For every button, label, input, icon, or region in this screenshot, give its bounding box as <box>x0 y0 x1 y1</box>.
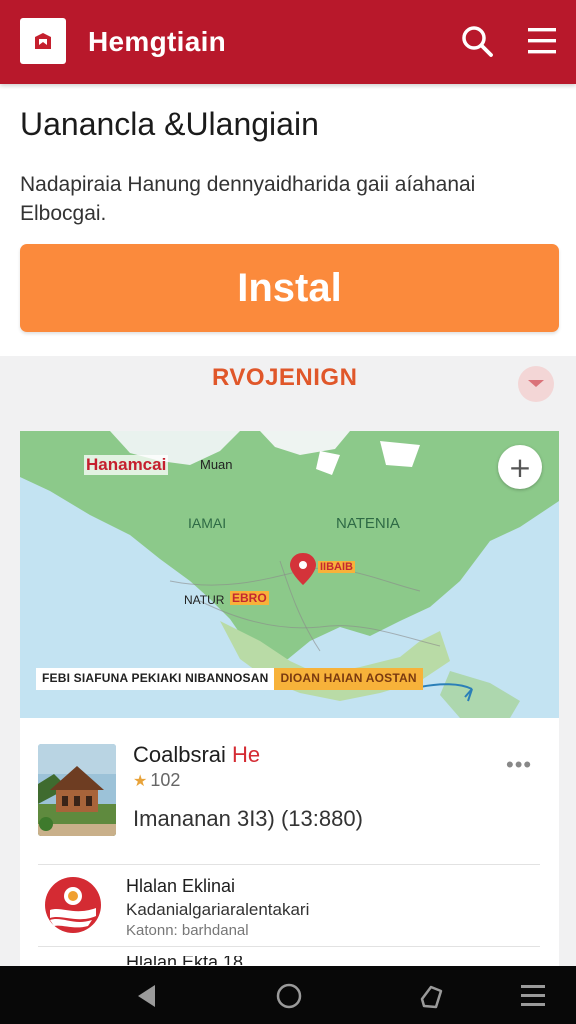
app-title: Hemgtiain <box>88 26 227 57</box>
zoom-in-button[interactable]: + <box>498 445 542 489</box>
description-line-2: Elbocgai. <box>20 202 107 225</box>
map-place-tag[interactable]: EBRO <box>230 591 269 605</box>
app-logo-icon[interactable] <box>20 18 66 64</box>
listing-rating: ★ 102 <box>133 770 180 791</box>
route-from: FEBI SIAFUNA PEKIAKI NIBANNOSAN <box>36 668 275 690</box>
listing-thumbnail[interactable] <box>38 744 116 836</box>
page-description: Nadapiraia Hanung dennyaidharida gaii aí… <box>20 170 540 228</box>
system-navbar <box>0 966 576 1024</box>
divider <box>38 946 540 947</box>
route-to: DIOAN HAIAN AOSTAN <box>274 668 423 690</box>
map-region-label: IAMAI <box>188 515 227 531</box>
listing-logo-icon[interactable] <box>44 876 102 934</box>
route-bar[interactable]: FEBI SIAFUNA PEKIAKI NIBANNOSAN DIOAN HA… <box>36 668 446 690</box>
map-city-label-2: Muan <box>200 457 233 472</box>
nav-menu-icon[interactable] <box>516 979 550 1013</box>
map-pin-label[interactable]: IIBAIB <box>318 561 355 573</box>
listing-title-main: Coalbsrai <box>133 742 233 767</box>
listing-subtitle: Kadanialgariaralentakari <box>126 900 310 919</box>
description-line-1: Nadapiraia Hanung dennyaidharida gaii aí… <box>20 173 476 196</box>
page-title: Uanancla &Ulangiain <box>20 106 319 142</box>
more-dots-icon[interactable]: ••• <box>506 752 532 778</box>
listing-meta: Katonn: barhdanal <box>126 922 249 939</box>
partial-title: Hlalan Ekta 18 <box>126 956 243 965</box>
divider <box>38 864 540 865</box>
map-view[interactable]: Hanamcai Muan IAMAI NATENIA IIBAIB NATUR… <box>20 431 559 718</box>
app-bar: Hemgtiain <box>0 0 576 84</box>
install-button[interactable]: Instal <box>20 244 559 332</box>
listing-title[interactable]: Coalbsrai He <box>133 742 260 768</box>
list-item-partial[interactable]: Hlalan Ekta 18 <box>126 956 266 965</box>
chevron-badge-icon[interactable] <box>518 366 554 402</box>
map-city-label: Hanamcai <box>84 455 169 475</box>
home-circle-icon[interactable] <box>272 979 306 1013</box>
listing-meta: Imananan 3I3) (13:880) <box>133 806 363 831</box>
star-icon: ★ <box>133 772 148 790</box>
listing-title[interactable]: Hlalan Eklinai <box>126 876 235 897</box>
map-region-label: NATENIA <box>336 515 400 532</box>
back-triangle-icon[interactable] <box>130 979 164 1013</box>
map-place-label: NATUR <box>184 593 225 607</box>
rating-value: 102 <box>150 770 181 790</box>
rotate-icon[interactable] <box>414 979 448 1013</box>
section-title: RVOJENIGN <box>212 364 358 391</box>
hamburger-menu-icon[interactable] <box>524 24 560 58</box>
listing-title-accent: He <box>232 742 261 767</box>
search-icon[interactable] <box>458 22 496 60</box>
